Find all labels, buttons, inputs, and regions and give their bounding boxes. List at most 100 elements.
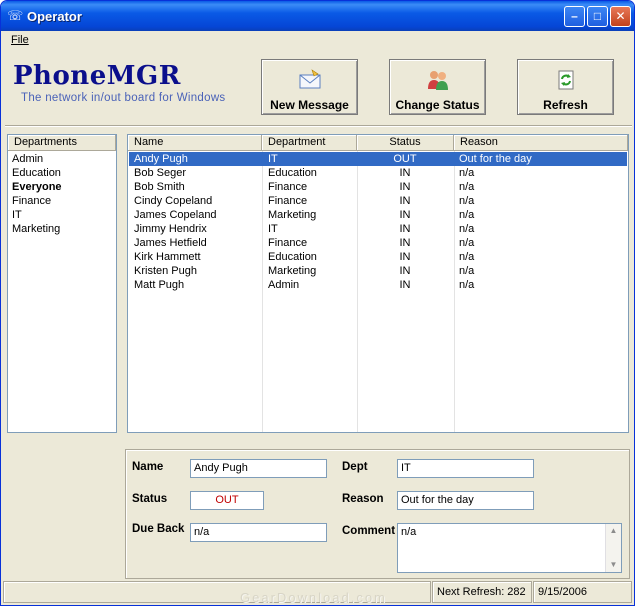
maximize-button[interactable]: □ [587,6,608,27]
envelope-icon [299,69,321,89]
employee-status: OUT [393,153,417,165]
comment-scrollbar[interactable]: ▲ ▼ [605,524,621,572]
employee-department: Finance [268,181,308,193]
employee-department: Admin [268,279,300,291]
employee-department: IT [268,223,278,235]
employee-department: Finance [268,195,308,207]
menu-file[interactable]: File [11,34,29,46]
status-field[interactable]: OUT [190,491,264,510]
employee-row[interactable]: Kirk Hammett Education IN n/a [129,250,627,264]
refresh-button[interactable]: Refresh [517,59,614,115]
comment-text: n/a [401,526,417,538]
close-button[interactable]: ✕ [610,6,631,27]
status-pane-main: GearDownload.com [3,581,431,605]
employee-row[interactable]: James Copeland Marketing IN n/a [129,208,627,222]
employee-row[interactable]: Andy Pugh IT OUT Out for the day [129,152,627,166]
column-header-department[interactable]: Department [262,135,357,151]
refresh-icon [558,70,574,90]
employee-name: Kristen Pugh [134,265,197,277]
change-status-label: Change Status [395,98,480,112]
employee-reason: n/a [459,237,475,249]
app-logo: PhoneMGR [13,61,181,91]
status-label: Status [132,493,168,505]
watermark-text: GearDownload.com [240,590,387,605]
dept-field[interactable]: IT [397,459,534,478]
minimize-button[interactable]: – [564,6,585,27]
department-item-marketing[interactable]: Marketing [12,222,60,236]
refresh-label: Refresh [543,98,588,112]
employee-name: Andy Pugh [134,153,188,165]
header-area: PhoneMGR The network in/out board for Wi… [5,51,632,123]
employee-name: Cindy Copeland [134,195,213,207]
employee-row[interactable]: Matt Pugh Admin IN n/a [129,278,627,292]
reason-label: Reason [342,493,384,505]
employee-row[interactable]: Bob Smith Finance IN n/a [129,180,627,194]
departments-list[interactable]: Departments Admin Education Everyone Fin… [7,134,117,433]
app-tagline: The network in/out board for Windows [21,92,226,104]
employee-status: IN [399,223,411,235]
column-header-status[interactable]: Status [357,135,454,151]
department-item-finance[interactable]: Finance [12,194,51,208]
employee-status: IN [399,195,411,207]
status-date: 9/15/2006 [533,581,632,603]
new-message-button[interactable]: New Message [261,59,358,115]
employee-status: IN [399,251,411,263]
menu-bar: File [5,31,632,49]
details-panel: Name Andy Pugh Dept IT Status OUT Reason… [125,449,630,579]
due-back-field[interactable]: n/a [190,523,327,542]
name-label: Name [132,461,164,473]
employee-status: IN [399,167,411,179]
due-back-label: Due Back [132,523,185,535]
column-header-name[interactable]: Name [128,135,262,151]
department-item-admin[interactable]: Admin [12,152,43,166]
employee-reason: n/a [459,181,475,193]
employee-name: Kirk Hammett [134,251,201,263]
employee-department: IT [268,153,278,165]
phone-app-icon: ☏ [7,8,24,23]
employee-row[interactable]: James Hetfield Finance IN n/a [129,236,627,250]
dept-label: Dept [342,461,368,473]
employee-row[interactable]: Bob Seger Education IN n/a [129,166,627,180]
employee-reason: n/a [459,195,475,207]
employee-department: Marketing [268,209,317,221]
employee-reason: n/a [459,265,475,277]
close-icon: ✕ [615,9,626,23]
employee-department: Finance [268,237,308,249]
maximize-icon: □ [593,9,602,23]
employee-status: IN [399,181,411,193]
employee-department: Education [268,251,317,263]
employee-department: Marketing [268,265,317,277]
employee-row[interactable]: Cindy Copeland Finance IN n/a [129,194,627,208]
employee-reason: n/a [459,167,475,179]
scroll-up-icon[interactable]: ▲ [608,526,619,536]
title-bar[interactable]: ☏ Operator – □ ✕ [1,1,634,31]
employee-name: Bob Smith [134,181,185,193]
comment-field[interactable]: n/a ▲ ▼ [397,523,622,573]
scroll-down-icon[interactable]: ▼ [608,560,619,570]
menu-file-label: File [11,34,29,46]
name-field[interactable]: Andy Pugh [190,459,327,478]
employee-name: Bob Seger [134,167,186,179]
status-bar: GearDownload.com Next Refresh: 282 9/15/… [1,579,634,605]
employee-status: IN [399,279,411,291]
employee-name: James Copeland [134,209,217,221]
department-item-everyone[interactable]: Everyone [12,180,62,194]
employee-reason: n/a [459,223,475,235]
employee-list[interactable]: Name Department Status Reason Andy Pugh … [127,134,629,433]
operator-window: ☏ Operator – □ ✕ File PhoneMGR The netwo… [0,0,635,606]
departments-header[interactable]: Departments [8,135,116,151]
department-item-it[interactable]: IT [12,208,22,222]
employee-reason: n/a [459,209,475,221]
minimize-icon: – [571,9,578,23]
change-status-button[interactable]: Change Status [389,59,486,115]
department-item-education[interactable]: Education [12,166,61,180]
employee-row[interactable]: Jimmy Hendrix IT IN n/a [129,222,627,236]
employee-name: Jimmy Hendrix [134,223,207,235]
employee-row[interactable]: Kristen Pugh Marketing IN n/a [129,264,627,278]
employee-department: Education [268,167,317,179]
employee-reason: Out for the day [459,153,532,165]
window-title: Operator [27,9,82,24]
employee-reason: n/a [459,251,475,263]
reason-field[interactable]: Out for the day [397,491,534,510]
column-header-reason[interactable]: Reason [454,135,628,151]
